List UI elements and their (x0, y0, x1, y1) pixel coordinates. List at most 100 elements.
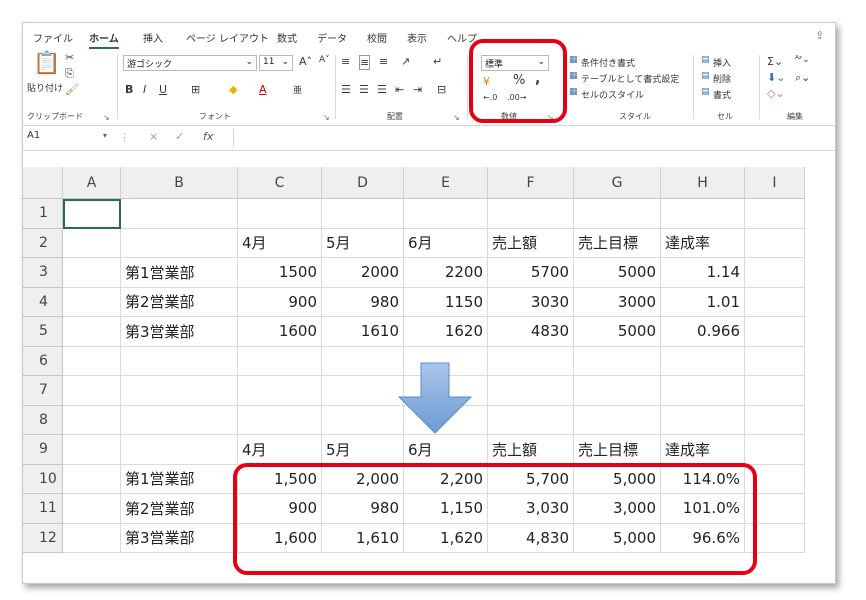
column-header-b[interactable]: B (121, 167, 238, 199)
cell-a5[interactable] (63, 317, 121, 347)
copy-icon[interactable]: ⎘ (65, 67, 74, 81)
cell-a10[interactable] (63, 464, 121, 494)
increase-indent-icon[interactable]: ⇥ (413, 83, 422, 96)
cell-d6[interactable] (322, 346, 404, 376)
cell-c11[interactable]: 900 (238, 494, 322, 524)
cancel-icon[interactable]: × (149, 130, 158, 143)
cell-i5[interactable] (745, 317, 805, 347)
cell-f4[interactable]: 3030 (488, 287, 574, 317)
currency-icon[interactable]: ¥ (483, 75, 490, 88)
cell-h11[interactable]: 101.0% (661, 494, 745, 524)
cell-a9[interactable] (63, 435, 121, 465)
align-center-icon[interactable]: ☰ (359, 83, 369, 96)
clipboard-launcher-icon[interactable]: ↘ (103, 113, 110, 122)
cell-d3[interactable]: 2000 (322, 258, 404, 288)
orientation-icon[interactable]: ↗ (401, 55, 410, 68)
format-cells-button[interactable]: 書式 (713, 88, 731, 101)
cell-i4[interactable] (745, 287, 805, 317)
cell-c6[interactable] (238, 346, 322, 376)
cell-b12[interactable]: 第3営業部 (121, 523, 238, 553)
number-launcher-icon[interactable]: ↘ (547, 113, 554, 122)
cell-b5[interactable]: 第3営業部 (121, 317, 238, 347)
cell-e11[interactable]: 1,150 (404, 494, 488, 524)
format-as-table-button[interactable]: テーブルとして書式設定 (581, 72, 679, 85)
cell-b11[interactable]: 第2営業部 (121, 494, 238, 524)
cell-f2[interactable]: 売上額 (488, 228, 574, 258)
share-icon[interactable]: ⇪ (815, 29, 824, 42)
row-header-1[interactable]: 1 (23, 199, 63, 229)
insert-function-icon[interactable]: fx (203, 130, 213, 143)
fill-icon[interactable]: ⬇⌄ (767, 71, 785, 84)
cell-b1[interactable] (121, 199, 238, 229)
cell-h2[interactable]: 達成率 (661, 228, 745, 258)
cell-e1[interactable] (404, 199, 488, 229)
row-header-2[interactable]: 2 (23, 228, 63, 258)
name-box[interactable]: A1 (27, 130, 113, 146)
cell-f12[interactable]: 4,830 (488, 523, 574, 553)
cell-e5[interactable]: 1620 (404, 317, 488, 347)
cell-d11[interactable]: 980 (322, 494, 404, 524)
column-header-d[interactable]: D (322, 167, 404, 199)
bold-button[interactable]: B (125, 83, 133, 96)
cell-i2[interactable] (745, 228, 805, 258)
decrease-decimal-icon[interactable]: .00→ (507, 93, 526, 102)
percent-icon[interactable]: % (513, 73, 525, 88)
cell-c7[interactable] (238, 376, 322, 406)
cell-b9[interactable] (121, 435, 238, 465)
cell-g2[interactable]: 売上目標 (574, 228, 661, 258)
row-header-3[interactable]: 3 (23, 258, 63, 288)
cell-d12[interactable]: 1,610 (322, 523, 404, 553)
align-left-icon[interactable]: ☰ (341, 83, 351, 96)
cell-h6[interactable] (661, 346, 745, 376)
tab-help[interactable]: ヘルプ (447, 30, 477, 45)
row-header-11[interactable]: 11 (23, 494, 63, 524)
font-name-dropdown[interactable]: 游ゴシック ⌄ (123, 55, 257, 71)
cell-d4[interactable]: 980 (322, 287, 404, 317)
format-painter-icon[interactable]: 🖌 (65, 83, 79, 96)
font-launcher-icon[interactable]: ↘ (323, 113, 330, 122)
column-header-a[interactable]: A (63, 167, 121, 199)
column-header-g[interactable]: G (574, 167, 661, 199)
cell-c4[interactable]: 900 (238, 287, 322, 317)
cell-e10[interactable]: 2,200 (404, 464, 488, 494)
decrease-indent-icon[interactable]: ⇤ (395, 83, 404, 96)
cell-e4[interactable]: 1150 (404, 287, 488, 317)
cell-g9[interactable]: 売上目標 (574, 435, 661, 465)
cell-i1[interactable] (745, 199, 805, 229)
cell-d8[interactable] (322, 405, 404, 435)
cell-g7[interactable] (574, 376, 661, 406)
align-right-icon[interactable]: ☰ (377, 83, 387, 96)
cut-icon[interactable]: ✂ (65, 51, 74, 64)
cell-c3[interactable]: 1500 (238, 258, 322, 288)
cell-b10[interactable]: 第1営業部 (121, 464, 238, 494)
alignment-launcher-icon[interactable]: ↘ (453, 113, 460, 122)
cell-h10[interactable]: 114.0% (661, 464, 745, 494)
cell-f6[interactable] (488, 346, 574, 376)
font-size-dropdown[interactable]: 11 ⌄ (259, 55, 293, 71)
cell-f5[interactable]: 4830 (488, 317, 574, 347)
cell-c12[interactable]: 1,600 (238, 523, 322, 553)
italic-button[interactable]: I (143, 83, 146, 96)
align-middle-icon[interactable]: ≡ (359, 55, 371, 70)
cell-a6[interactable] (63, 346, 121, 376)
font-color-icon[interactable]: A (259, 83, 267, 96)
cell-c10[interactable]: 1,500 (238, 464, 322, 494)
row-header-5[interactable]: 5 (23, 317, 63, 347)
row-header-8[interactable]: 8 (23, 405, 63, 435)
cell-i11[interactable] (745, 494, 805, 524)
cell-f8[interactable] (488, 405, 574, 435)
underline-button[interactable]: U (159, 83, 167, 96)
wrap-text-icon[interactable]: ↵ (433, 55, 442, 68)
cell-g3[interactable]: 5000 (574, 258, 661, 288)
cell-a4[interactable] (63, 287, 121, 317)
cell-h8[interactable] (661, 405, 745, 435)
cell-a7[interactable] (63, 376, 121, 406)
cell-c2[interactable]: 4月 (238, 228, 322, 258)
cell-e9[interactable]: 6月 (404, 435, 488, 465)
cell-h9[interactable]: 達成率 (661, 435, 745, 465)
cell-g8[interactable] (574, 405, 661, 435)
cell-e3[interactable]: 2200 (404, 258, 488, 288)
cell-c9[interactable]: 4月 (238, 435, 322, 465)
row-header-10[interactable]: 10 (23, 464, 63, 494)
column-header-f[interactable]: F (488, 167, 574, 199)
